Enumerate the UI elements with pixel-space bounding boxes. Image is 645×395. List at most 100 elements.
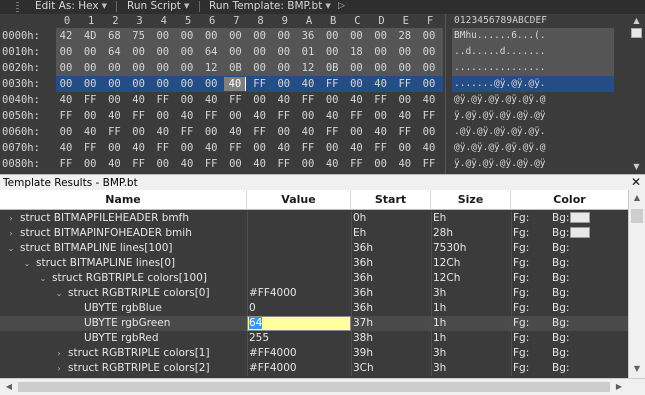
hex-byte[interactable]: 00 — [176, 29, 198, 43]
ascii-text[interactable]: .@ÿ.@ÿ.@ÿ.@ÿ.@ÿ. — [452, 124, 614, 140]
hex-byte[interactable]: 40 — [345, 141, 367, 155]
hex-byte[interactable]: FF — [297, 141, 319, 155]
hex-byte[interactable]: 00 — [103, 141, 125, 155]
hex-byte[interactable]: FF — [55, 109, 77, 123]
hex-byte[interactable]: 00 — [345, 125, 367, 139]
hex-byte[interactable]: FF — [249, 77, 271, 91]
table-row[interactable]: ⌄ struct RGBTRIPLE colors[0] #FF4000 36h 3h F… — [0, 286, 628, 301]
scroll-right-icon[interactable]: ▶ — [611, 379, 627, 395]
hex-byte[interactable]: 01 — [297, 45, 319, 59]
ascii-text[interactable]: @ÿ.@ÿ.@ÿ.@ÿ.@ÿ.@ — [452, 140, 614, 156]
hex-byte[interactable]: 00 — [297, 157, 319, 171]
ascii-text[interactable]: @ÿ.@ÿ.@ÿ.@ÿ.@ÿ.@ — [452, 92, 614, 108]
run-template-dropdown[interactable]: Run Template: BMP.bt ▼ — [209, 0, 331, 14]
hex-byte[interactable]: 00 — [152, 61, 174, 75]
hex-byte[interactable]: 00 — [103, 93, 125, 107]
hex-byte[interactable]: 40 — [176, 109, 198, 123]
hex-byte[interactable]: 00 — [200, 77, 222, 91]
ascii-text[interactable]: ÿ.@ÿ.@ÿ.@ÿ.@ÿ.@ÿ — [452, 108, 614, 124]
hex-byte[interactable]: 40 — [370, 77, 392, 91]
hex-byte[interactable]: 00 — [394, 93, 416, 107]
hex-byte[interactable]: 40 — [224, 125, 246, 139]
hex-byte[interactable]: FF — [224, 141, 246, 155]
hex-bytes[interactable]: 42 4D 68 75 00 00 00 00 00 00 36 00 00 00 28 00 — [56, 28, 443, 44]
chevron-down-icon[interactable]: ⌄ — [6, 241, 16, 256]
hex-byte[interactable]: 00 — [345, 61, 367, 75]
hex-byte[interactable]: 00 — [321, 141, 343, 155]
hex-byte[interactable]: 00 — [297, 109, 319, 123]
hex-byte[interactable]: 00 — [79, 45, 101, 59]
hex-byte[interactable]: 00 — [321, 45, 343, 59]
hex-byte[interactable]: FF — [418, 109, 440, 123]
hex-byte[interactable]: 00 — [176, 77, 198, 91]
hex-byte[interactable]: 00 — [200, 125, 222, 139]
scroll-thumb[interactable] — [18, 382, 610, 392]
scroll-thumb[interactable] — [631, 209, 643, 223]
hex-byte[interactable]: 00 — [273, 29, 295, 43]
hex-byte[interactable]: 00 — [79, 109, 101, 123]
hex-byte[interactable]: 00 — [176, 45, 198, 59]
scroll-down-icon[interactable]: ▼ — [628, 160, 645, 173]
ascii-text[interactable]: ÿ.@ÿ.@ÿ.@ÿ.@ÿ.@ÿ — [452, 156, 614, 172]
ascii-text[interactable]: BMhu......6...(. — [452, 28, 614, 44]
hex-byte[interactable]: 40 — [103, 157, 125, 171]
hex-byte[interactable]: 00 — [176, 61, 198, 75]
hex-byte[interactable]: 00 — [418, 45, 440, 59]
hex-byte[interactable]: 40 — [249, 157, 271, 171]
chevron-right-icon[interactable]: › — [6, 211, 16, 226]
hex-byte[interactable]: 00 — [224, 109, 246, 123]
hex-byte[interactable]: 00 — [273, 125, 295, 139]
table-row[interactable]: UBYTE rgbBlue 0 36h 1h Fg: Bg: — [0, 301, 628, 316]
hex-byte[interactable]: 00 — [345, 29, 367, 43]
hex-byte[interactable]: 00 — [152, 157, 174, 171]
hex-byte[interactable]: 40 — [152, 125, 174, 139]
hex-bytes[interactable]: FF 00 40 FF 00 40 FF 00 40 FF 00 40 FF 00 40 FF — [56, 156, 443, 172]
hex-byte[interactable]: 36 — [297, 29, 319, 43]
hex-byte[interactable]: FF — [370, 93, 392, 107]
hex-byte[interactable]: 00 — [200, 29, 222, 43]
hex-byte[interactable]: FF — [200, 157, 222, 171]
hex-byte[interactable]: 40 — [297, 125, 319, 139]
scroll-up-icon[interactable]: ▲ — [628, 14, 645, 27]
hex-byte[interactable]: 00 — [128, 125, 150, 139]
table-row[interactable]: ⌄ struct RGBTRIPLE colors[100] 36h 12Ch Fg: B… — [0, 271, 628, 286]
hex-byte[interactable]: 00 — [394, 61, 416, 75]
run-script-dropdown[interactable]: Run Script ▼ — [127, 0, 189, 14]
hex-byte[interactable]: FF — [103, 125, 125, 139]
hex-byte[interactable]: 00 — [370, 157, 392, 171]
hex-byte[interactable]: 00 — [152, 77, 174, 91]
hex-scrollbar[interactable]: ▲ ▼ — [628, 14, 645, 174]
hex-byte[interactable]: 00 — [418, 77, 440, 91]
column-header-size[interactable]: Size — [431, 190, 511, 210]
hex-byte[interactable]: 00 — [152, 45, 174, 59]
hex-byte[interactable]: FF — [321, 125, 343, 139]
table-row[interactable]: › struct BITMAPINFOHEADER bmih Eh 28h Fg: Bg: — [0, 226, 628, 241]
hex-byte[interactable]: FF — [200, 109, 222, 123]
table-row[interactable]: UBYTE rgbGreen 37h 1h Fg: Bg: 64 — [0, 316, 628, 331]
hex-byte[interactable]: FF — [394, 77, 416, 91]
hex-byte[interactable]: 00 — [345, 77, 367, 91]
hex-byte[interactable]: FF — [128, 109, 150, 123]
bg-color-swatch[interactable] — [570, 212, 590, 223]
play-icon[interactable]: ▷ — [338, 0, 345, 13]
hex-byte[interactable]: FF — [224, 93, 246, 107]
hex-byte[interactable]: 00 — [224, 157, 246, 171]
hex-byte[interactable]: 00 — [79, 61, 101, 75]
hex-byte[interactable]: FF — [321, 77, 343, 91]
toolbar-grip[interactable] — [16, 2, 19, 12]
hex-byte[interactable]: FF — [418, 157, 440, 171]
hex-byte[interactable]: 42 — [55, 29, 77, 43]
chevron-down-icon[interactable]: ⌄ — [38, 271, 48, 286]
hex-byte[interactable]: 40 — [249, 109, 271, 123]
hex-byte[interactable]: 40 — [200, 93, 222, 107]
hex-byte[interactable]: FF — [394, 125, 416, 139]
hex-byte[interactable]: 18 — [345, 45, 367, 59]
hex-byte[interactable]: 00 — [370, 45, 392, 59]
hex-byte[interactable]: FF — [152, 141, 174, 155]
hex-byte[interactable]: 00 — [370, 61, 392, 75]
hex-byte[interactable]: 40 — [224, 77, 247, 91]
table-row[interactable]: UBYTE rgbRed 255 38h 1h Fg: Bg: — [0, 331, 628, 346]
scroll-thumb[interactable] — [631, 28, 642, 38]
close-icon[interactable]: ✕ — [631, 175, 641, 190]
chevron-right-icon[interactable]: › — [54, 346, 64, 361]
